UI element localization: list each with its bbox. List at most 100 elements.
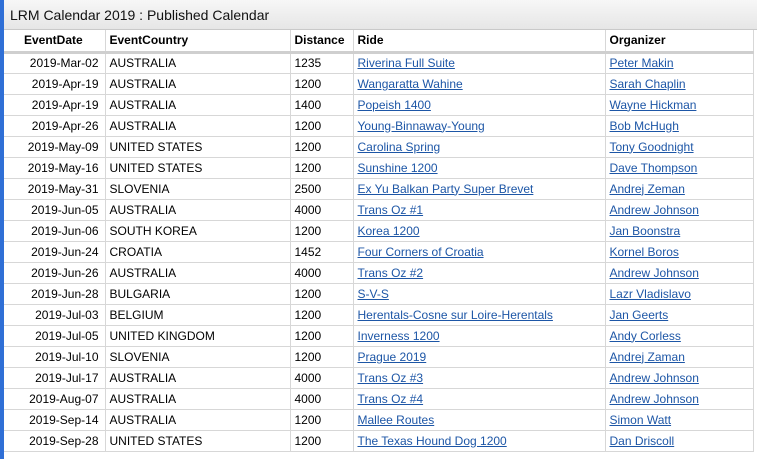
event-date-cell: 2019-Sep-28 bbox=[4, 430, 106, 452]
event-country-cell: AUSTRALIA bbox=[105, 51, 291, 74]
event-country-cell: SOUTH KOREA bbox=[105, 220, 291, 242]
ride-link[interactable]: Korea 1200 bbox=[358, 224, 420, 238]
column-header-distance[interactable]: Distance bbox=[290, 30, 354, 54]
organizer-cell: Wayne Hickman bbox=[605, 94, 754, 116]
organizer-link[interactable]: Peter Makin bbox=[610, 56, 674, 70]
ride-cell: Popeish 1400 bbox=[353, 94, 606, 116]
table-row: 2019-May-16 UNITED STATES 1200 Sunshine 120… bbox=[4, 157, 754, 179]
ride-link[interactable]: Carolina Spring bbox=[358, 140, 441, 154]
event-country-cell: AUSTRALIA bbox=[105, 94, 291, 116]
event-date-cell: 2019-May-16 bbox=[4, 157, 106, 179]
distance-cell: 1200 bbox=[290, 73, 354, 95]
ride-link[interactable]: Prague 2019 bbox=[358, 350, 427, 364]
organizer-link[interactable]: Jan Geerts bbox=[610, 308, 669, 322]
event-country-cell: AUSTRALIA bbox=[105, 115, 291, 137]
organizer-link[interactable]: Andrej Zaman bbox=[610, 350, 685, 364]
ride-link[interactable]: Riverina Full Suite bbox=[358, 56, 455, 70]
organizer-cell: Sarah Chaplin bbox=[605, 73, 754, 95]
ride-link[interactable]: Trans Oz #1 bbox=[358, 203, 424, 217]
distance-cell: 4000 bbox=[290, 262, 354, 284]
organizer-link[interactable]: Dan Driscoll bbox=[610, 434, 675, 448]
ride-cell: S-V-S bbox=[353, 283, 606, 305]
distance-cell: 4000 bbox=[290, 388, 354, 410]
event-country-cell: AUSTRALIA bbox=[105, 199, 291, 221]
organizer-cell: Simon Watt bbox=[605, 409, 754, 431]
organizer-link[interactable]: Jan Boonstra bbox=[610, 224, 681, 238]
calendar-window: LRM Calendar 2019 : Published Calendar E… bbox=[0, 0, 757, 459]
organizer-link[interactable]: Dave Thompson bbox=[610, 161, 698, 175]
organizer-link[interactable]: Kornel Boros bbox=[610, 245, 679, 259]
event-date-cell: 2019-Jun-26 bbox=[4, 262, 106, 284]
event-country-cell: BULGARIA bbox=[105, 283, 291, 305]
window-title: LRM Calendar 2019 : Published Calendar bbox=[4, 0, 757, 30]
event-country-cell: BELGIUM bbox=[105, 304, 291, 326]
distance-cell: 1452 bbox=[290, 241, 354, 263]
organizer-link[interactable]: Andy Corless bbox=[610, 329, 681, 343]
column-header-eventdate[interactable]: EventDate bbox=[4, 30, 106, 54]
event-country-cell: SLOVENIA bbox=[105, 346, 291, 368]
organizer-cell: Dave Thompson bbox=[605, 157, 754, 179]
organizer-link[interactable]: Bob McHugh bbox=[610, 119, 679, 133]
organizer-link[interactable]: Wayne Hickman bbox=[610, 98, 697, 112]
organizer-link[interactable]: Andrew Johnson bbox=[610, 392, 699, 406]
distance-cell: 1200 bbox=[290, 409, 354, 431]
event-country-cell: UNITED KINGDOM bbox=[105, 325, 291, 347]
ride-cell: Mallee Routes bbox=[353, 409, 606, 431]
organizer-link[interactable]: Lazr Vladislavo bbox=[610, 287, 691, 301]
ride-link[interactable]: Ex Yu Balkan Party Super Brevet bbox=[358, 182, 534, 196]
ride-link[interactable]: The Texas Hound Dog 1200 bbox=[358, 434, 507, 448]
table-body: 2019-Mar-02 AUSTRALIA 1235 Riverina Full Su… bbox=[4, 51, 754, 452]
event-country-cell: AUSTRALIA bbox=[105, 262, 291, 284]
ride-cell: Young-Binnaway-Young bbox=[353, 115, 606, 137]
ride-cell: Carolina Spring bbox=[353, 136, 606, 158]
distance-cell: 1200 bbox=[290, 115, 354, 137]
organizer-cell: Bob McHugh bbox=[605, 115, 754, 137]
ride-cell: Trans Oz #3 bbox=[353, 367, 606, 389]
event-country-cell: AUSTRALIA bbox=[105, 73, 291, 95]
organizer-link[interactable]: Andrew Johnson bbox=[610, 371, 699, 385]
table-row: 2019-May-31 SLOVENIA 2500 Ex Yu Balkan Part… bbox=[4, 178, 754, 200]
table-row: 2019-Jun-28 BULGARIA 1200 S-V-S Lazr Vladisl… bbox=[4, 283, 754, 305]
table-row: 2019-Jul-05 UNITED KINGDOM 1200 Inverness 1… bbox=[4, 325, 754, 347]
ride-link[interactable]: Trans Oz #4 bbox=[358, 392, 424, 406]
organizer-link[interactable]: Sarah Chaplin bbox=[610, 77, 686, 91]
event-country-cell: UNITED STATES bbox=[105, 430, 291, 452]
event-country-cell: AUSTRALIA bbox=[105, 388, 291, 410]
ride-link[interactable]: Trans Oz #3 bbox=[358, 371, 424, 385]
organizer-cell: Andrew Johnson bbox=[605, 199, 754, 221]
table-row: 2019-Jun-06 SOUTH KOREA 1200 Korea 1200 Jan … bbox=[4, 220, 754, 242]
ride-link[interactable]: Herentals-Cosne sur Loire-Herentals bbox=[358, 308, 553, 322]
ride-link[interactable]: Inverness 1200 bbox=[358, 329, 440, 343]
ride-cell: The Texas Hound Dog 1200 bbox=[353, 430, 606, 452]
event-date-cell: 2019-Apr-19 bbox=[4, 94, 106, 116]
ride-link[interactable]: Popeish 1400 bbox=[358, 98, 431, 112]
event-date-cell: 2019-May-09 bbox=[4, 136, 106, 158]
organizer-link[interactable]: Andrew Johnson bbox=[610, 203, 699, 217]
organizer-cell: Andrej Zeman bbox=[605, 178, 754, 200]
ride-link[interactable]: Sunshine 1200 bbox=[358, 161, 438, 175]
table-row: 2019-Sep-14 AUSTRALIA 1200 Mallee Routes Sim… bbox=[4, 409, 754, 431]
table-row: 2019-Sep-28 UNITED STATES 1200 The Texas Ho… bbox=[4, 430, 754, 452]
ride-link[interactable]: Young-Binnaway-Young bbox=[358, 119, 485, 133]
ride-link[interactable]: Trans Oz #2 bbox=[358, 266, 424, 280]
column-header-organizer[interactable]: Organizer bbox=[605, 30, 754, 54]
ride-link[interactable]: Mallee Routes bbox=[358, 413, 435, 427]
calendar-table: EventDate EventCountry Distance Ride Org… bbox=[4, 30, 754, 452]
ride-link[interactable]: S-V-S bbox=[358, 287, 389, 301]
table-row: 2019-Apr-26 AUSTRALIA 1200 Young-Binnaway-Y… bbox=[4, 115, 754, 137]
organizer-link[interactable]: Simon Watt bbox=[610, 413, 672, 427]
organizer-cell: Jan Geerts bbox=[605, 304, 754, 326]
ride-link[interactable]: Wangaratta Wahine bbox=[358, 77, 463, 91]
organizer-link[interactable]: Andrew Johnson bbox=[610, 266, 699, 280]
ride-link[interactable]: Four Corners of Croatia bbox=[358, 245, 484, 259]
distance-cell: 1200 bbox=[290, 136, 354, 158]
event-country-cell: CROATIA bbox=[105, 241, 291, 263]
event-date-cell: 2019-Jun-24 bbox=[4, 241, 106, 263]
column-header-ride[interactable]: Ride bbox=[353, 30, 606, 54]
column-header-eventcountry[interactable]: EventCountry bbox=[105, 30, 291, 54]
organizer-link[interactable]: Andrej Zeman bbox=[610, 182, 685, 196]
event-date-cell: 2019-Apr-19 bbox=[4, 73, 106, 95]
organizer-link[interactable]: Tony Goodnight bbox=[610, 140, 694, 154]
table-row: 2019-Jun-24 CROATIA 1452 Four Corners of Cr… bbox=[4, 241, 754, 263]
ride-cell: Inverness 1200 bbox=[353, 325, 606, 347]
